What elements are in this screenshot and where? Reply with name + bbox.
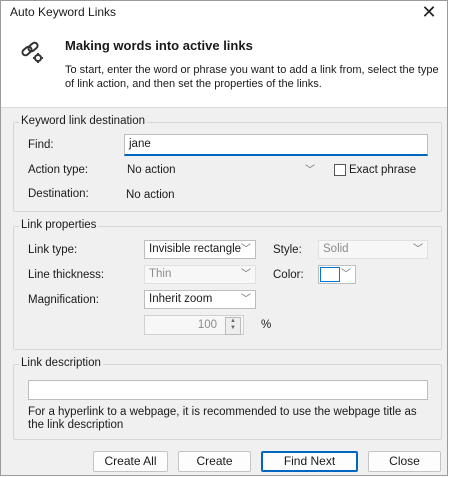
line-thickness-value: Thin xyxy=(149,268,172,280)
zoom-value: 100 xyxy=(197,319,217,331)
header-title: Making words into active links xyxy=(65,38,253,53)
auto-keyword-links-dialog: Auto Keyword Links ✕ Making words into a… xyxy=(0,0,448,476)
find-next-button[interactable]: Find Next xyxy=(261,451,358,472)
style-value: Solid xyxy=(323,243,349,255)
line-thickness-select[interactable]: Thin ﹀ xyxy=(144,265,256,284)
chevron-down-icon: ﹀ xyxy=(305,165,315,176)
close-button[interactable]: Close xyxy=(368,451,441,472)
color-swatch xyxy=(320,267,340,282)
line-thickness-label: Line thickness: xyxy=(28,269,105,281)
chevron-down-icon: ﹀ xyxy=(241,294,251,305)
destination-label: Destination: xyxy=(28,188,89,200)
destination-group: Keyword link destination Find: jane Acti… xyxy=(13,115,442,212)
find-input[interactable]: jane xyxy=(124,134,428,156)
title-bar: Auto Keyword Links ✕ xyxy=(1,1,447,23)
window-title: Auto Keyword Links xyxy=(10,5,117,19)
link-gear-icon xyxy=(21,41,43,63)
link-description-input[interactable] xyxy=(28,380,428,400)
create-all-button[interactable]: Create All xyxy=(93,451,168,472)
zoom-stepper[interactable]: 100 ▲ ▼ xyxy=(144,315,244,335)
header-panel: Making words into active links To start,… xyxy=(1,23,447,108)
color-picker[interactable]: ﹀ xyxy=(318,265,356,284)
magnification-value: Inherit zoom xyxy=(149,293,213,305)
style-select[interactable]: Solid ﹀ xyxy=(318,240,428,259)
link-type-select[interactable]: Invisible rectangle ﹀ xyxy=(144,240,256,259)
destination-group-label: Keyword link destination xyxy=(19,115,148,127)
create-button[interactable]: Create xyxy=(178,451,251,472)
exact-phrase-checkbox[interactable] xyxy=(334,164,346,176)
link-description-label: Link description xyxy=(19,357,103,369)
action-type-select[interactable]: No action ﹀ xyxy=(122,161,320,180)
link-properties-label: Link properties xyxy=(19,219,99,231)
zoom-unit: % xyxy=(261,319,272,331)
find-label: Find: xyxy=(28,139,54,151)
magnification-label: Magnification: xyxy=(28,294,99,306)
magnification-select[interactable]: Inherit zoom ﹀ xyxy=(144,290,256,309)
style-label: Style: xyxy=(273,244,302,256)
close-window-icon[interactable]: ✕ xyxy=(419,2,439,22)
action-type-label: Action type: xyxy=(28,164,89,176)
color-label: Color: xyxy=(273,269,304,281)
exact-phrase-label[interactable]: Exact phrase xyxy=(349,164,416,176)
header-description: To start, enter the word or phrase you w… xyxy=(65,64,439,90)
link-type-label: Link type: xyxy=(28,244,78,256)
link-description-group: Link description For a hyperlink to a we… xyxy=(13,357,442,440)
link-description-hint: For a hyperlink to a webpage, it is reco… xyxy=(28,406,417,431)
link-type-value: Invisible rectangle xyxy=(149,243,242,255)
action-type-value: No action xyxy=(127,164,176,176)
destination-value: No action xyxy=(126,189,175,201)
chevron-down-icon: ﹀ xyxy=(341,269,351,280)
link-properties-group: Link properties Link type: Invisible rec… xyxy=(13,219,442,350)
chevron-down-icon: ﹀ xyxy=(241,269,251,280)
chevron-down-icon: ﹀ xyxy=(241,244,251,255)
stepper-arrows-icon[interactable]: ▲ ▼ xyxy=(225,317,241,335)
chevron-down-icon: ﹀ xyxy=(413,244,423,255)
